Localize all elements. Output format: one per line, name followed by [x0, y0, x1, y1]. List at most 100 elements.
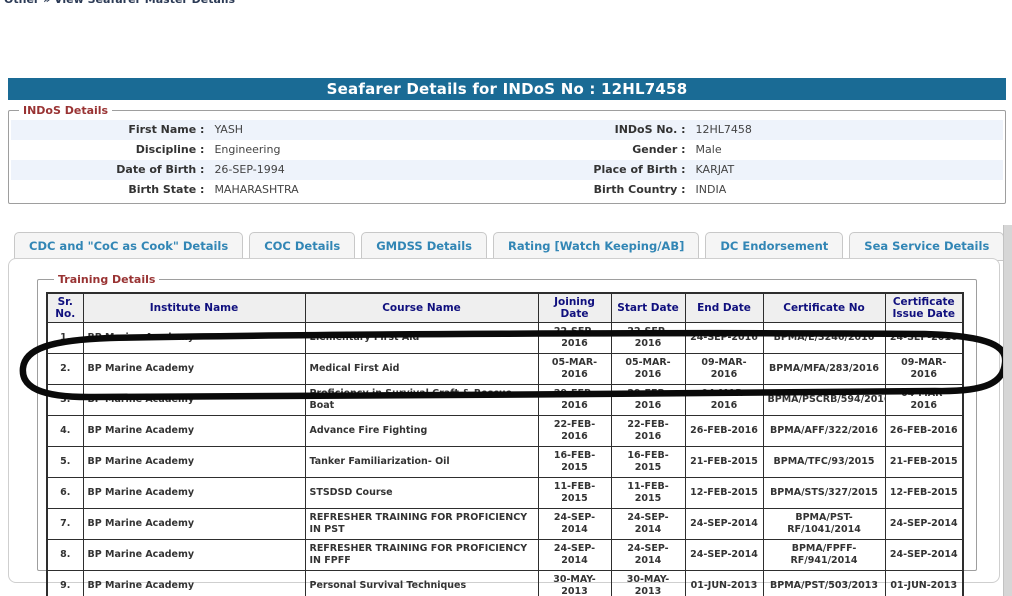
indos-details-fieldset: INDoS Details First Name : YASH INDoS No…: [8, 104, 1006, 204]
column-header: Start Date: [611, 293, 685, 323]
table-cell: 22-FEB-2016: [538, 416, 611, 447]
table-cell: BPMA/PSCRB/594/2016: [763, 385, 885, 416]
table-cell: 21-FEB-2015: [685, 447, 763, 478]
breadcrumb[interactable]: Other » View Seafarer Master Details: [4, 0, 235, 6]
field-label-gender: Gender :: [507, 140, 686, 160]
table-cell: 24-SEP-2014: [611, 509, 685, 540]
field-label-birth-state: Birth State :: [11, 180, 204, 200]
field-value-date-of-birth: 26-SEP-1994: [204, 160, 507, 180]
field-label-discipline: Discipline :: [11, 140, 204, 160]
table-cell: 16-FEB-2015: [538, 447, 611, 478]
table-cell: 24-SEP-2014: [885, 509, 963, 540]
table-cell: 24-SEP-2014: [538, 509, 611, 540]
table-cell: 16-FEB-2015: [611, 447, 685, 478]
tab-gmdss-details[interactable]: GMDSS Details: [361, 232, 487, 261]
table-cell: BPMA/STS/327/2015: [763, 478, 885, 509]
table-cell: 05-MAR-2016: [538, 354, 611, 385]
table-cell: 21-FEB-2015: [885, 447, 963, 478]
table-row: 9.BP Marine AcademyPersonal Survival Tec…: [47, 571, 963, 596]
table-cell: 24-SEP-2014: [685, 509, 763, 540]
field-label-birth-country: Birth Country :: [507, 180, 686, 200]
table-cell: 29-FEB-2016: [611, 385, 685, 416]
table-cell: BP Marine Academy: [83, 571, 305, 596]
table-cell: 04-MAR-2016: [885, 385, 963, 416]
table-cell: 09-MAR-2016: [685, 354, 763, 385]
table-cell: Proficiency in Survival Craft & Rescue B…: [305, 385, 538, 416]
table-row: 8.BP Marine AcademyREFRESHER TRAINING FO…: [47, 540, 963, 571]
column-header: Sr. No.: [47, 293, 83, 323]
table-row: 4.BP Marine AcademyAdvance Fire Fighting…: [47, 416, 963, 447]
indos-details-legend: INDoS Details: [19, 104, 112, 117]
table-cell: 3.: [47, 385, 83, 416]
table-cell: 05-MAR-2016: [611, 354, 685, 385]
table-cell: 01-JUN-2013: [885, 571, 963, 596]
column-header: Institute Name: [83, 293, 305, 323]
table-cell: Advance Fire Fighting: [305, 416, 538, 447]
table-cell: 5.: [47, 447, 83, 478]
column-header: Course Name: [305, 293, 538, 323]
table-cell: BP Marine Academy: [83, 478, 305, 509]
field-label-place-of-birth: Place of Birth :: [507, 160, 686, 180]
tab-coc-details[interactable]: COC Details: [249, 232, 355, 261]
table-cell: BPMA/AFF/322/2016: [763, 416, 885, 447]
table-cell: 09-MAR-2016: [885, 354, 963, 385]
vertical-scrollbar[interactable]: [1003, 225, 1012, 596]
field-value-place-of-birth: KARJAT: [686, 160, 1003, 180]
table-cell: BPMA/PST/503/2013: [763, 571, 885, 596]
table-cell: 24-SEP-2014: [611, 540, 685, 571]
table-row: 1.BP Marine AcademyElementary First Aid2…: [47, 323, 963, 354]
table-cell: BPMA/FPFF-RF/941/2014: [763, 540, 885, 571]
table-cell: BP Marine Academy: [83, 385, 305, 416]
table-cell: BPMA/TFC/93/2015: [763, 447, 885, 478]
field-value-first-name: YASH: [204, 120, 507, 140]
table-row: 5.BP Marine AcademyTanker Familiarizatio…: [47, 447, 963, 478]
table-cell: Tanker Familiarization- Oil: [305, 447, 538, 478]
table-cell: 24-SEP-2014: [538, 540, 611, 571]
table-cell: 22-SEP-2016: [538, 323, 611, 354]
tab-panel: Training Details Sr. No.Institute NameCo…: [8, 258, 1000, 583]
field-label-indos-no: INDoS No. :: [507, 120, 686, 140]
table-cell: 8.: [47, 540, 83, 571]
table-row: 3.BP Marine AcademyProficiency in Surviv…: [47, 385, 963, 416]
table-cell: 30-MAY-2013: [611, 571, 685, 596]
field-value-birth-country: INDIA: [686, 180, 1003, 200]
table-row: 6.BP Marine AcademySTSDSD Course11-FEB-2…: [47, 478, 963, 509]
column-header: Joining Date: [538, 293, 611, 323]
field-value-gender: Male: [686, 140, 1003, 160]
table-cell: REFRESHER TRAINING FOR PROFICIENCY IN PS…: [305, 509, 538, 540]
table-cell: 12-FEB-2015: [885, 478, 963, 509]
table-cell: 24-SEP-2016: [685, 323, 763, 354]
table-cell: 22-FEB-2016: [611, 416, 685, 447]
table-cell: 11-FEB-2015: [538, 478, 611, 509]
indos-row: Birth State : MAHARASHTRA Birth Country …: [11, 180, 1003, 200]
table-cell: BPMA/MFA/283/2016: [763, 354, 885, 385]
table-cell: 1.: [47, 323, 83, 354]
table-cell: 30-MAY-2013: [538, 571, 611, 596]
table-cell: 24-SEP-2016: [885, 323, 963, 354]
table-cell: 24-SEP-2014: [885, 540, 963, 571]
tab-rating-watch-keeping-ab[interactable]: Rating [Watch Keeping/AB]: [493, 232, 699, 261]
table-cell: BP Marine Academy: [83, 447, 305, 478]
table-cell: 12-FEB-2015: [685, 478, 763, 509]
table-cell: Personal Survival Techniques: [305, 571, 538, 596]
indos-row: First Name : YASH INDoS No. : 12HL7458: [11, 120, 1003, 140]
column-header: Certificate No: [763, 293, 885, 323]
training-details-legend: Training Details: [54, 273, 159, 286]
tab-cdc-coc-as-cook-details[interactable]: CDC and "CoC as Cook" Details: [14, 232, 243, 261]
table-cell: BP Marine Academy: [83, 509, 305, 540]
table-cell: 01-JUN-2013: [685, 571, 763, 596]
table-cell: BP Marine Academy: [83, 416, 305, 447]
table-cell: BP Marine Academy: [83, 354, 305, 385]
table-cell: 7.: [47, 509, 83, 540]
table-cell: 22-SEP-2016: [611, 323, 685, 354]
table-cell: 24-SEP-2014: [685, 540, 763, 571]
indos-row: Date of Birth : 26-SEP-1994 Place of Bir…: [11, 160, 1003, 180]
tab-sea-service-details[interactable]: Sea Service Details: [849, 232, 1004, 261]
field-value-indos-no: 12HL7458: [686, 120, 1003, 140]
table-cell: BPMA/PST-RF/1041/2014: [763, 509, 885, 540]
table-cell: Medical First Aid: [305, 354, 538, 385]
field-label-date-of-birth: Date of Birth :: [11, 160, 204, 180]
tab-dc-endorsement[interactable]: DC Endorsement: [705, 232, 843, 261]
table-cell: 11-FEB-2015: [611, 478, 685, 509]
table-row: 7.BP Marine AcademyREFRESHER TRAINING FO…: [47, 509, 963, 540]
